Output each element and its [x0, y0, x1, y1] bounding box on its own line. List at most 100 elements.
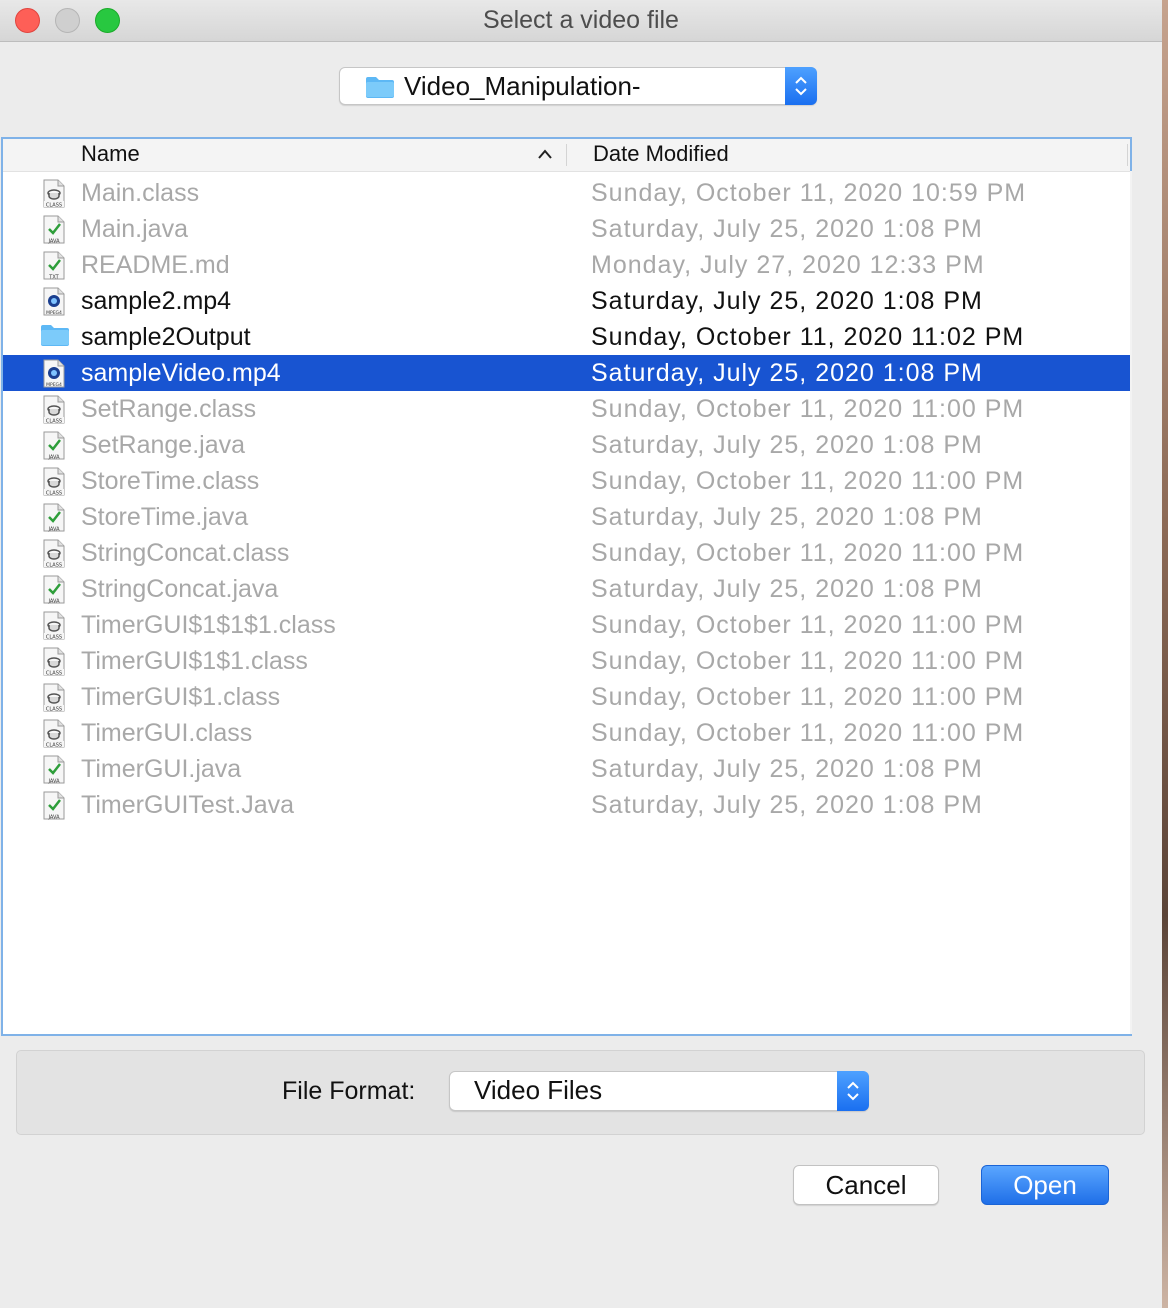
file-date-modified: Saturday, July 25, 2020 1:08 PM — [591, 431, 983, 459]
file-name: sample2Output — [81, 323, 251, 351]
popup-stepper-icon — [837, 1071, 869, 1111]
svg-text:CLASS: CLASS — [46, 707, 62, 713]
file-date-modified: Sunday, October 11, 2020 11:00 PM — [591, 467, 1025, 495]
folder-name: Video_Manipulation- — [404, 71, 641, 101]
popup-stepper-icon — [785, 67, 817, 105]
file-row: CLASS StoreTime.class Sunday, October 11, … — [3, 463, 1130, 499]
svg-text:CLASS: CLASS — [46, 671, 62, 677]
file-format-value: Video Files — [474, 1075, 603, 1105]
file-date-modified: Sunday, October 11, 2020 11:00 PM — [591, 683, 1025, 711]
file-name: TimerGUI$1$1.class — [81, 647, 308, 675]
file-date-modified: Saturday, July 25, 2020 1:08 PM — [591, 503, 983, 531]
file-row[interactable]: MPEG4 sampleVideo.mp4 Saturday, July 25, 2… — [3, 355, 1130, 391]
class-file-icon: CLASS — [40, 719, 68, 749]
file-row: TXT README.md Monday, July 27, 2020 12:33 … — [3, 247, 1130, 283]
file-row: JAVA TimerGUI.java Saturday, July 25, 2020… — [3, 751, 1130, 787]
java-file-icon: JAVA — [40, 791, 68, 821]
file-row[interactable]: MPEG4 sample2.mp4 Saturday, July 25, 2020 … — [3, 283, 1130, 319]
svg-text:MPEG4: MPEG4 — [46, 382, 62, 388]
file-name: TimerGUI.java — [81, 755, 242, 783]
file-format-panel: File Format: Video Files — [16, 1050, 1145, 1135]
file-date-modified: Saturday, July 25, 2020 1:08 PM — [591, 287, 983, 315]
file-date-modified: Saturday, July 25, 2020 1:08 PM — [591, 215, 983, 243]
column-header-name[interactable]: Name — [81, 141, 140, 167]
svg-text:JAVA: JAVA — [47, 599, 60, 605]
file-name: SetRange.java — [81, 431, 246, 459]
file-format-popup[interactable]: Video Files — [449, 1071, 869, 1111]
scrollbar-track[interactable] — [1130, 171, 1132, 1034]
file-name: TimerGUI$1$1$1.class — [81, 611, 336, 639]
file-row[interactable]: sample2Output Sunday, October 11, 2020 11… — [3, 319, 1130, 355]
file-date-modified: Sunday, October 11, 2020 11:02 PM — [591, 323, 1025, 351]
file-row: JAVA Main.java Saturday, July 25, 2020 1:0… — [3, 211, 1130, 247]
sort-ascending-icon — [538, 149, 552, 159]
file-date-modified: Sunday, October 11, 2020 11:00 PM — [591, 539, 1025, 567]
file-name: StoreTime.class — [81, 467, 260, 495]
file-name: README.md — [81, 251, 230, 279]
column-header-date-modified[interactable]: Date Modified — [593, 141, 729, 167]
class-file-icon: CLASS — [40, 395, 68, 425]
svg-text:MPEG4: MPEG4 — [46, 310, 62, 316]
file-date-modified: Saturday, July 25, 2020 1:08 PM — [591, 755, 983, 783]
class-file-icon: CLASS — [40, 647, 68, 677]
svg-text:JAVA: JAVA — [47, 455, 60, 461]
file-row: CLASS StringConcat.class Sunday, October 1… — [3, 535, 1130, 571]
file-row: CLASS TimerGUI$1.class Sunday, October 11,… — [3, 679, 1130, 715]
svg-text:JAVA: JAVA — [47, 779, 60, 785]
file-row: CLASS TimerGUI$1$1$1.class Sunday, October… — [3, 607, 1130, 643]
class-file-icon: CLASS — [40, 611, 68, 641]
svg-text:JAVA: JAVA — [47, 239, 60, 245]
file-row: JAVA SetRange.java Saturday, July 25, 2020… — [3, 427, 1130, 463]
file-date-modified: Sunday, October 11, 2020 11:00 PM — [591, 395, 1025, 423]
java-file-icon: JAVA — [40, 575, 68, 605]
svg-text:CLASS: CLASS — [46, 635, 62, 641]
file-date-modified: Sunday, October 11, 2020 11:00 PM — [591, 719, 1025, 747]
file-name: TimerGUI$1.class — [81, 683, 281, 711]
file-date-modified: Monday, July 27, 2020 12:33 PM — [591, 251, 985, 279]
file-date-modified: Sunday, October 11, 2020 10:59 PM — [591, 179, 1027, 207]
file-name: sample2.mp4 — [81, 287, 232, 315]
title-bar: Select a video file — [0, 0, 1162, 42]
open-button[interactable]: Open — [981, 1165, 1109, 1205]
file-row: CLASS TimerGUI.class Sunday, October 11, 2… — [3, 715, 1130, 751]
desktop-background-strip — [1162, 0, 1168, 1308]
file-name: sampleVideo.mp4 — [81, 359, 281, 387]
file-name: Main.class — [81, 179, 200, 207]
mpeg-file-icon: MPEG4 — [40, 287, 68, 317]
class-file-icon: CLASS — [40, 179, 68, 209]
cancel-button[interactable]: Cancel — [793, 1165, 939, 1205]
folder-icon — [366, 77, 394, 98]
java-file-icon: JAVA — [40, 755, 68, 785]
svg-text:JAVA: JAVA — [47, 815, 60, 821]
file-name: StringConcat.java — [81, 575, 279, 603]
file-list[interactable]: Name Date Modified CLASS Main.class Sunday… — [1, 137, 1132, 1036]
txt-file-icon: TXT — [40, 251, 68, 281]
file-name: TimerGUI.class — [81, 719, 253, 747]
column-divider[interactable] — [566, 144, 567, 166]
file-row: CLASS TimerGUI$1$1.class Sunday, October 1… — [3, 643, 1130, 679]
folder-icon — [40, 323, 69, 353]
file-row: CLASS SetRange.class Sunday, October 11, 2… — [3, 391, 1130, 427]
file-list-header: Name Date Modified — [3, 139, 1130, 172]
class-file-icon: CLASS — [40, 683, 68, 713]
svg-text:CLASS: CLASS — [46, 491, 62, 497]
file-row: JAVA TimerGUITest.Java Saturday, July 25, … — [3, 787, 1130, 823]
column-divider[interactable] — [1127, 144, 1128, 166]
file-date-modified: Saturday, July 25, 2020 1:08 PM — [591, 791, 983, 819]
file-row: JAVA StoreTime.java Saturday, July 25, 202… — [3, 499, 1130, 535]
class-file-icon: CLASS — [40, 467, 68, 497]
class-file-icon: CLASS — [40, 539, 68, 569]
file-name: StringConcat.class — [81, 539, 290, 567]
file-name: StoreTime.java — [81, 503, 249, 531]
file-row: CLASS Main.class Sunday, October 11, 2020 … — [3, 175, 1130, 211]
svg-text:CLASS: CLASS — [46, 743, 62, 749]
file-row: JAVA StringConcat.java Saturday, July 25, … — [3, 571, 1130, 607]
svg-text:CLASS: CLASS — [46, 203, 62, 209]
file-name: TimerGUITest.Java — [81, 791, 295, 819]
folder-location-popup[interactable]: Video_Manipulation- — [339, 67, 817, 105]
svg-text:CLASS: CLASS — [46, 563, 62, 569]
file-name: SetRange.class — [81, 395, 257, 423]
file-date-modified: Saturday, July 25, 2020 1:08 PM — [591, 575, 983, 603]
svg-text:JAVA: JAVA — [47, 527, 60, 533]
java-file-icon: JAVA — [40, 215, 68, 245]
